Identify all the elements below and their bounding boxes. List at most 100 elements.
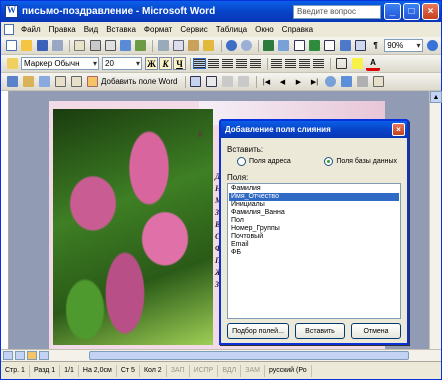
insert-merge-fields-icon[interactable] <box>85 75 99 89</box>
menu-help[interactable]: Справка <box>278 25 317 34</box>
next-record-icon[interactable]: ▶ <box>292 75 306 89</box>
numbering-icon[interactable] <box>271 59 282 68</box>
increase-indent-icon[interactable] <box>313 59 324 68</box>
italic-button[interactable]: К <box>159 57 172 70</box>
borders-icon[interactable] <box>334 57 348 71</box>
dialog-title-bar[interactable]: Добавление поля слияния × <box>221 121 407 138</box>
highlight-icon[interactable] <box>350 57 364 71</box>
new-document-icon[interactable] <box>5 39 18 53</box>
permission-icon[interactable] <box>51 39 64 53</box>
main-document-setup-icon[interactable] <box>5 75 19 89</box>
field-list-item[interactable]: Email <box>229 241 399 249</box>
status-rec[interactable]: ЗАП <box>167 364 190 377</box>
tables-borders-icon[interactable] <box>277 39 290 53</box>
zoom-select[interactable]: 90% <box>384 39 423 52</box>
font-select[interactable]: Маркер Обычн <box>21 57 99 70</box>
maximize-button[interactable]: □ <box>403 3 420 20</box>
insert-excel-icon[interactable] <box>308 39 321 53</box>
dialog-close-icon[interactable]: × <box>392 123 405 136</box>
insert-word-field-button[interactable]: Добавить поле Word <box>101 77 178 86</box>
merge-to-document-icon[interactable] <box>340 75 354 89</box>
justify-icon[interactable] <box>236 59 247 68</box>
cut-icon[interactable] <box>156 39 169 53</box>
insert-address-block-icon[interactable] <box>53 75 67 89</box>
normal-view-icon[interactable] <box>3 351 13 360</box>
bold-button[interactable]: Ж <box>145 57 158 70</box>
print-icon[interactable] <box>88 39 101 53</box>
columns-icon[interactable] <box>323 39 336 53</box>
underline-button[interactable]: Ч <box>173 57 186 70</box>
menu-window[interactable]: Окно <box>251 25 278 34</box>
scroll-up-icon[interactable]: ▲ <box>430 91 442 103</box>
insert-greeting-icon[interactable] <box>69 75 83 89</box>
font-color-icon[interactable]: A <box>366 57 380 71</box>
first-record-icon[interactable]: |◀ <box>260 75 274 89</box>
insert-table-icon[interactable] <box>293 39 306 53</box>
field-list-item[interactable]: Фамилия_Ванна <box>229 209 399 217</box>
scroll-thumb[interactable] <box>89 351 409 360</box>
document-map-icon[interactable] <box>354 39 367 53</box>
word-app-icon[interactable] <box>5 5 18 18</box>
status-overtype[interactable]: ЗАМ <box>241 364 265 377</box>
line-spacing-icon[interactable] <box>250 59 261 68</box>
help-search-input[interactable]: Введите вопрос <box>293 4 381 19</box>
menu-format[interactable]: Формат <box>140 25 176 34</box>
radio-database-fields[interactable]: Поля базы данных <box>324 157 397 166</box>
match-fields-icon[interactable] <box>221 75 235 89</box>
field-list-item[interactable]: Почтовый <box>229 233 399 241</box>
vertical-scrollbar[interactable]: ▲ <box>429 91 442 349</box>
align-center-icon[interactable] <box>208 59 219 68</box>
status-extend[interactable]: ВДЛ <box>218 364 242 377</box>
propagate-labels-icon[interactable] <box>237 75 251 89</box>
open-data-source-icon[interactable] <box>21 75 35 89</box>
decrease-indent-icon[interactable] <box>299 59 310 68</box>
radio-checked-icon[interactable] <box>324 157 334 166</box>
field-list-item[interactable]: Номер_Группы <box>229 225 399 233</box>
show-hide-icon[interactable]: ¶ <box>369 39 382 53</box>
radio-circle-icon[interactable] <box>237 157 246 166</box>
minimize-button[interactable]: _ <box>384 3 401 20</box>
merge-to-printer-icon[interactable] <box>356 75 370 89</box>
menu-view[interactable]: Вид <box>80 25 102 34</box>
menu-tools[interactable]: Сервис <box>176 25 211 34</box>
research-icon[interactable] <box>134 39 147 53</box>
redo-icon[interactable] <box>240 39 253 53</box>
merge-to-email-icon[interactable] <box>372 75 386 89</box>
last-record-icon[interactable]: ▶| <box>308 75 322 89</box>
drawing-icon[interactable] <box>338 39 351 53</box>
print-layout-icon[interactable] <box>27 351 37 360</box>
view-merged-data-icon[interactable] <box>189 75 203 89</box>
align-right-icon[interactable] <box>222 59 233 68</box>
previous-record-icon[interactable]: ◀ <box>276 75 290 89</box>
outline-view-icon[interactable] <box>39 351 49 360</box>
field-list-item[interactable]: Фамилия <box>229 185 399 193</box>
help-icon[interactable] <box>426 39 439 53</box>
format-painter-icon[interactable] <box>202 39 215 53</box>
paste-icon[interactable] <box>187 39 200 53</box>
status-track[interactable]: ИСПР <box>190 364 219 377</box>
menu-file[interactable]: Файл <box>17 25 45 34</box>
menu-insert[interactable]: Вставка <box>102 25 140 34</box>
field-list-item-selected[interactable]: Имя_Отчество <box>229 193 399 201</box>
field-list-item[interactable]: Пол <box>229 217 399 225</box>
print-preview-icon[interactable] <box>104 39 117 53</box>
match-fields-button[interactable]: Подбор полей... <box>227 323 289 339</box>
menu-edit[interactable]: Правка <box>45 25 80 34</box>
spelling-icon[interactable] <box>119 39 132 53</box>
insert-button[interactable]: Вставить <box>295 323 345 339</box>
document-icon[interactable] <box>4 24 14 35</box>
recipients-icon[interactable] <box>37 75 51 89</box>
find-entry-icon[interactable] <box>324 75 338 89</box>
open-folder-icon[interactable] <box>20 39 33 53</box>
horizontal-scrollbar[interactable] <box>1 349 441 361</box>
highlight-fields-icon[interactable] <box>205 75 219 89</box>
undo-icon[interactable] <box>225 39 238 53</box>
field-list-item[interactable]: Инициалы <box>229 201 399 209</box>
hyperlink-icon[interactable] <box>262 39 275 53</box>
align-left-icon[interactable] <box>193 58 206 69</box>
styles-icon[interactable] <box>5 57 19 71</box>
cancel-button[interactable]: Отмена <box>351 323 401 339</box>
email-icon[interactable] <box>73 39 86 53</box>
radio-address-fields[interactable]: Поля адреса <box>237 157 291 166</box>
web-view-icon[interactable] <box>15 351 25 360</box>
